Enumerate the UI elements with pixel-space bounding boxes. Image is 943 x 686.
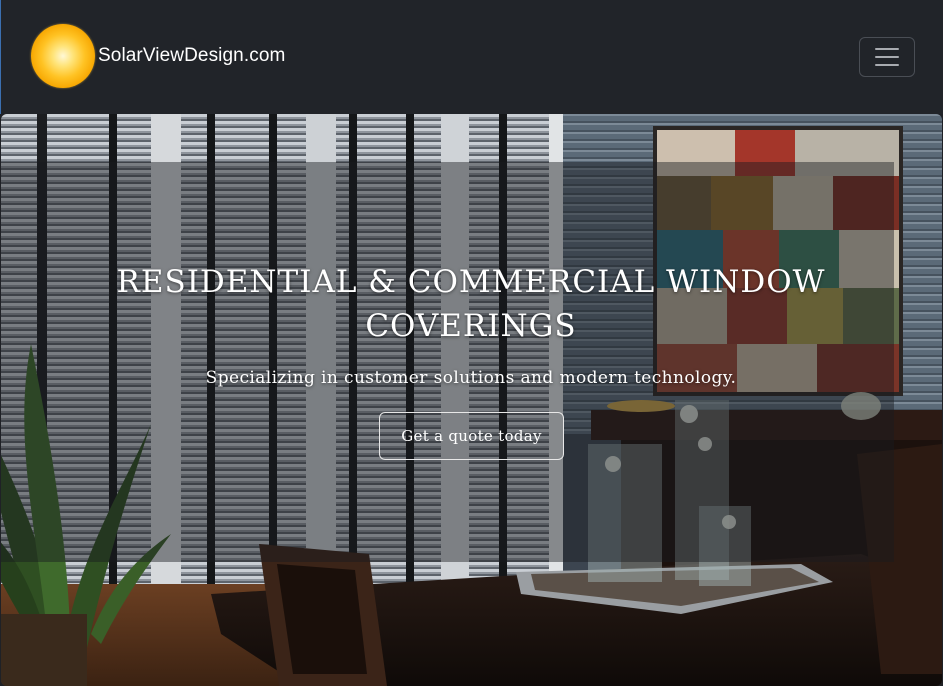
hamburger-menu-icon: [875, 56, 899, 58]
hero-title: RESIDENTIAL & COMMERCIAL WINDOW COVERING…: [116, 264, 826, 344]
hero-text-overlay: [1, 162, 894, 562]
navbar-toggler-button[interactable]: [859, 37, 915, 77]
hero-subtitle: Specializing in customer solutions and m…: [205, 368, 737, 388]
get-quote-button[interactable]: Get a quote today: [379, 412, 564, 460]
brand-link[interactable]: SolarViewDesign.com: [31, 24, 285, 88]
hamburger-menu-icon: [875, 48, 899, 50]
navbar: SolarViewDesign.com: [0, 0, 943, 114]
sun-logo-icon: [31, 24, 95, 88]
hero-section: RESIDENTIAL & COMMERCIAL WINDOW COVERING…: [1, 114, 942, 686]
hamburger-menu-icon: [875, 64, 899, 66]
brand-name: SolarViewDesign.com: [98, 45, 286, 66]
